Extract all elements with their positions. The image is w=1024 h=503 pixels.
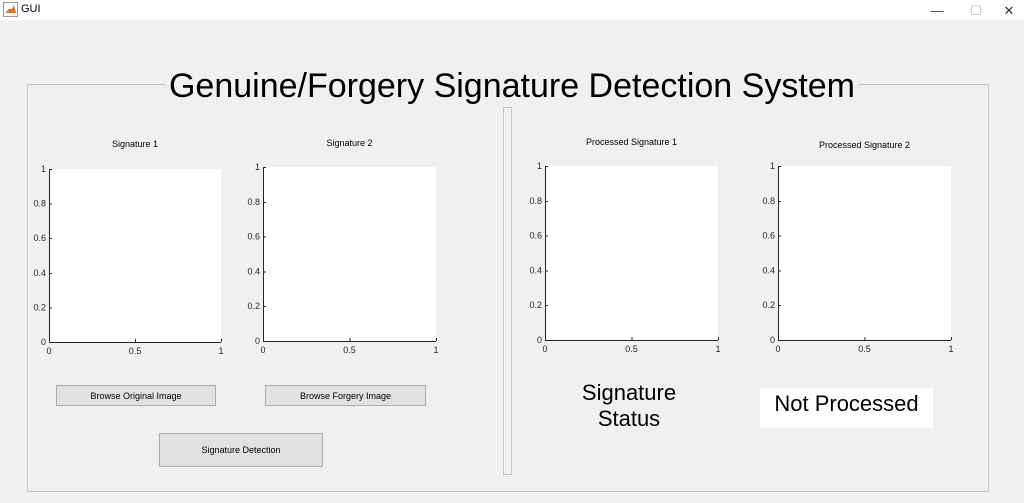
sig2-y-tick-label: 0.6	[247, 232, 260, 242]
proc1-x-tick-label: 0.5	[625, 344, 638, 354]
signature-status-label: Signature Status	[570, 380, 688, 432]
signature-status-label-line1: Signature	[581, 380, 677, 405]
sig1-y-tick-label: 0.2	[33, 302, 46, 312]
signature-detection-button[interactable]: Signature Detection	[159, 433, 323, 467]
proc1-x-tick-label: 1	[715, 344, 720, 354]
sig1-x-tick-label: 1	[218, 346, 223, 356]
panel-divider	[503, 107, 512, 475]
proc2-y-tick-label: 0.8	[762, 196, 775, 206]
sig1-y-tick-label: 0.4	[33, 268, 46, 278]
page-title: Genuine/Forgery Signature Detection Syst…	[0, 66, 1024, 106]
proc1-y-tick-label: 0.8	[529, 196, 542, 206]
proc2-axis-lines: 0 0.2 0.4 0.6 0.8 1 0 0.5 1	[762, 161, 953, 354]
sig1-y-tick-label: 0.8	[33, 199, 46, 209]
signature-status-label-line2: Status	[597, 406, 661, 431]
proc2-y-tick-label: 0.4	[762, 265, 775, 275]
signature-status-value: Not Processed	[760, 388, 933, 428]
sig2-y-tick-label: 1	[255, 162, 260, 172]
browse-original-image-button[interactable]: Browse Original Image	[56, 385, 216, 406]
proc2-y-tick-label: 1	[770, 161, 775, 171]
proc1-y-tick-label: 0.4	[529, 265, 542, 275]
sig1-y-tick-label: 1	[41, 164, 46, 174]
sig2-axes-title: Signature 2	[326, 138, 373, 148]
sig1-x-tick-label: 0.5	[129, 346, 142, 356]
proc2-x-tick-label: 1	[948, 344, 953, 354]
window-title: GUI	[21, 3, 41, 15]
proc2-y-tick-label: 0.2	[762, 300, 775, 310]
maximize-button[interactable]: ☐	[961, 0, 991, 20]
sig2-x-tick-label: 0	[260, 345, 265, 355]
proc1-y-tick-label: 0	[537, 335, 542, 345]
proc2-x-tick-label: 0	[775, 344, 780, 354]
sig2-y-tick-label: 0.2	[247, 301, 260, 311]
sig2-x-tick-label: 0.5	[343, 345, 356, 355]
sig2-y-tick-label: 0.8	[247, 197, 260, 207]
sig2-x-tick-label: 1	[433, 345, 438, 355]
close-button[interactable]: ✕	[994, 0, 1024, 20]
proc1-axes-title: Processed Signature 1	[585, 137, 678, 147]
sig1-axis-lines: 0 0.2 0.4 0.6 0.8 1 0 0.5 1	[33, 164, 223, 356]
window-titlebar: GUI — ☐ ✕	[0, 0, 1024, 20]
sig1-x-tick-label: 0	[46, 346, 51, 356]
proc2-y-tick-label: 0	[770, 335, 775, 345]
proc1-y-tick-label: 0.6	[529, 231, 542, 241]
proc1-x-tick-label: 0	[542, 344, 547, 354]
proc1-axis-lines: 0 0.2 0.4 0.6 0.8 1 0 0.5 1	[529, 161, 720, 354]
sig1-y-tick-label: 0	[41, 337, 46, 347]
sig1-axes-title: Signature 1	[111, 139, 159, 149]
sig1-y-tick-label: 0.6	[33, 233, 46, 243]
proc1-y-tick-label: 0.2	[529, 300, 542, 310]
proc1-y-tick-label: 1	[537, 161, 542, 171]
page-title-text: Genuine/Forgery Signature Detection Syst…	[164, 67, 859, 105]
sig2-y-tick-label: 0.4	[247, 266, 260, 276]
matlab-icon	[3, 2, 18, 17]
sig2-axis-lines: 0 0.2 0.4 0.6 0.8 1 0 0.5 1	[247, 162, 438, 355]
proc2-x-tick-label: 0.5	[858, 344, 871, 354]
proc2-y-tick-label: 0.6	[762, 231, 775, 241]
browse-forgery-image-button[interactable]: Browse Forgery Image	[265, 385, 426, 406]
minimize-button[interactable]: —	[922, 0, 952, 20]
proc2-axes-title: Processed Signature 2	[818, 140, 911, 150]
sig2-y-tick-label: 0	[255, 336, 260, 346]
